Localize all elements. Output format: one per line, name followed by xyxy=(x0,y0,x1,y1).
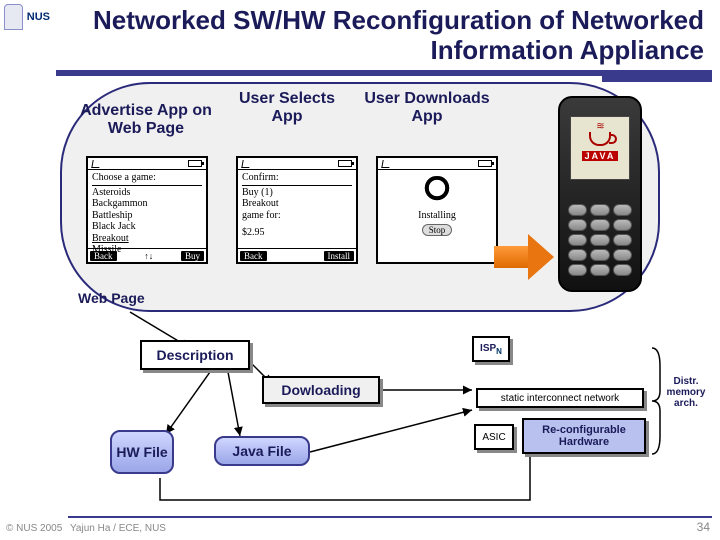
buy-button[interactable]: Buy xyxy=(181,251,204,261)
game-item: Asteroids xyxy=(92,187,202,199)
phone-key xyxy=(568,234,587,246)
scroll-arrows-icon: ↑↓ xyxy=(144,251,153,261)
back-button[interactable]: Back xyxy=(240,251,267,261)
phone-screen-1: Choose a game: Asteroids Backgammon Batt… xyxy=(86,156,216,286)
phone-key xyxy=(568,264,587,276)
battery-icon xyxy=(338,160,352,167)
nus-crest-icon xyxy=(4,4,23,30)
phone-screen-3: Installing Stop xyxy=(376,156,506,286)
top-panel: Advertise App on Web Page User Selects A… xyxy=(60,82,660,312)
phone2-line: Breakout xyxy=(242,198,352,210)
phone-key xyxy=(590,219,609,231)
footer-author: Yajun Ha / ECE, NUS xyxy=(70,523,166,534)
slide-title: Networked SW/HW Reconfiguration of Netwo… xyxy=(70,6,712,66)
phone2-line: Buy (1) xyxy=(242,187,352,199)
stop-button[interactable]: Stop xyxy=(422,224,453,236)
phone2-header: Confirm: xyxy=(242,172,352,184)
phone2-price: $2.95 xyxy=(242,227,352,239)
java-file-box: Java File xyxy=(214,436,310,466)
phone-key xyxy=(613,249,632,261)
hw-file-box: HW File xyxy=(110,430,174,474)
phone-key xyxy=(568,204,587,216)
page-number: 34 xyxy=(697,520,710,534)
game-item: Backgammon xyxy=(92,198,202,210)
java-steam-icon: ≋ xyxy=(579,121,621,132)
col2-heading: User Selects App xyxy=(232,90,342,126)
phone-key xyxy=(590,249,609,261)
installing-text: Installing xyxy=(382,210,492,222)
isp-row: ISP1 ISP2 ◻◻◻ ISPN xyxy=(472,342,508,356)
battery-icon xyxy=(188,160,202,167)
phone-key xyxy=(613,204,632,216)
connectors xyxy=(60,300,680,520)
splash-icon xyxy=(417,176,457,206)
java-label: JAVA xyxy=(582,151,619,161)
phone-key xyxy=(613,264,632,276)
signal-icon xyxy=(91,160,100,168)
col1-heading: Advertise App on Web Page xyxy=(76,102,216,138)
phone-key xyxy=(568,219,587,231)
downloading-box: Dowloading xyxy=(262,376,380,404)
game-item: Breakout xyxy=(92,233,202,245)
game-item: Black Jack xyxy=(92,221,202,233)
col3-heading: User Downloads App xyxy=(362,90,492,126)
description-box: Description xyxy=(140,340,250,370)
asic-box: ASIC xyxy=(474,424,514,450)
distr-label: Distr. memory arch. xyxy=(658,376,714,409)
reconfig-hw-box: Re-configurable Hardware xyxy=(522,418,646,454)
ispn-box: ISPN xyxy=(472,336,510,362)
phone-key xyxy=(590,204,609,216)
phone-screen-2: Confirm: Buy (1) Breakout game for: $2.9… xyxy=(236,156,366,286)
logo-block: NUS xyxy=(4,4,50,54)
install-button[interactable]: Install xyxy=(324,251,355,261)
logo-text: NUS xyxy=(27,11,50,23)
signal-icon xyxy=(381,160,390,168)
mobile-phone: ≋ JAVA xyxy=(558,96,644,296)
java-cup-icon xyxy=(589,132,611,146)
footer-rule xyxy=(68,516,712,518)
battery-icon xyxy=(478,160,492,167)
phone-key xyxy=(568,249,587,261)
signal-icon xyxy=(241,160,250,168)
back-button[interactable]: Back xyxy=(90,251,117,261)
phone2-line: game for: xyxy=(242,210,352,222)
title-underline xyxy=(56,70,712,76)
footer-copyright: © NUS 2005 xyxy=(6,523,62,534)
phone-key xyxy=(613,234,632,246)
interconnect-box: static interconnect network xyxy=(476,388,644,408)
game-item: Battleship xyxy=(92,210,202,222)
arrow-right-icon xyxy=(494,234,554,280)
phone1-header: Choose a game: xyxy=(92,172,202,184)
phone-key xyxy=(613,219,632,231)
phone-key xyxy=(590,264,609,276)
phone-key xyxy=(590,234,609,246)
